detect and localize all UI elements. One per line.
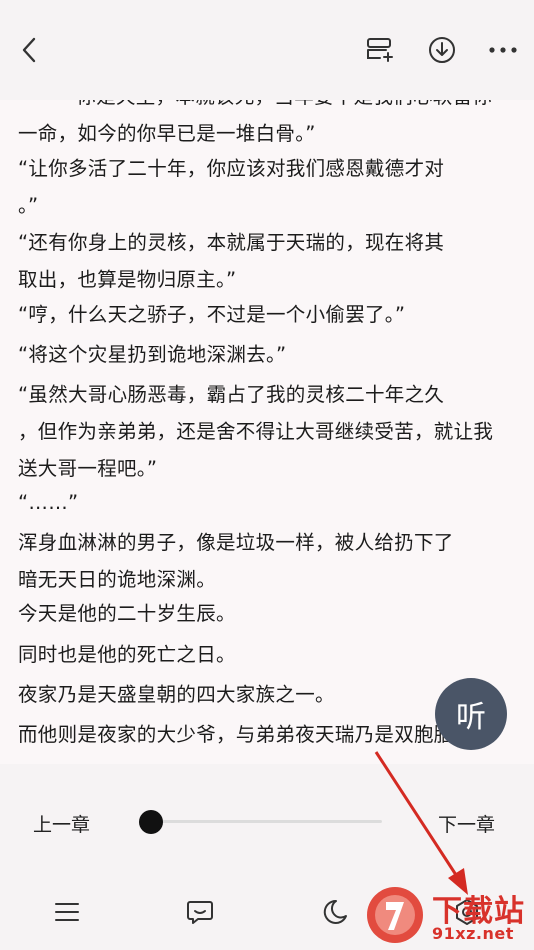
paragraph-9: 今天是他的二十岁生辰。 <box>18 595 518 632</box>
bookshelf-add-icon <box>367 38 393 62</box>
night-mode-button[interactable] <box>316 894 352 930</box>
progress-track[interactable] <box>150 820 382 823</box>
paragraph-6: “虽然大哥心肠恶毒，霸占了我的灵核二十年之久 ，但作为亲弟弟，还是舍不得让大哥继… <box>18 376 518 487</box>
paragraph-2: “让你多活了二十年，你应该对我们感恩戴德才对 。” <box>18 150 518 224</box>
text-line: “……” <box>18 491 79 514</box>
text-line: 一命，如今的你早已是一堆白骨。” <box>18 122 316 145</box>
progress-slider-thumb[interactable] <box>139 810 163 834</box>
add-to-shelf-button[interactable] <box>360 30 400 70</box>
listen-button[interactable]: 听 <box>435 678 507 750</box>
text-line: 取出，也算是物归原主。” <box>18 268 237 291</box>
paragraph-8: 浑身血淋淋的男子，像是垃圾一样，被人给扔下了 暗无天日的诡地深渊。 <box>18 524 518 598</box>
text-line: 同时也是他的死亡之日。 <box>18 643 236 666</box>
text-line: 今天是他的二十岁生辰。 <box>18 602 236 625</box>
paragraph-10: 同时也是他的死亡之日。 <box>18 636 518 673</box>
text-line: “哼，什么天之骄子，不过是一个小偷罢了。” <box>18 303 406 326</box>
night-mode-icon <box>323 899 347 924</box>
text-line: 暗无天日的诡地深渊。 <box>18 568 217 591</box>
download-icon <box>429 37 455 63</box>
prev-chapter-button[interactable]: 上一章 <box>33 810 90 837</box>
text-line: “将这个灾星扔到诡地深渊去。” <box>18 343 287 366</box>
watermark: 下载站 91xz.net <box>360 880 534 950</box>
text-line: 送大哥一程吧。” <box>18 457 158 480</box>
text-line: “让你多活了二十年，你应该对我们感恩戴德才对 <box>18 157 445 180</box>
comment-icon <box>187 901 213 924</box>
text-line: ，但作为亲弟弟，还是舍不得让大哥继续受苦，就让我 <box>18 420 494 443</box>
comment-button[interactable] <box>182 894 218 930</box>
download-button[interactable] <box>422 30 462 70</box>
text-line: 浑身血淋淋的男子，像是垃圾一样，被人给扔下了 <box>18 531 454 554</box>
paragraph-4: “哼，什么天之骄子，不过是一个小偷罢了。” <box>18 296 518 333</box>
paragraph-5: “将这个灾星扔到诡地深渊去。” <box>18 336 518 373</box>
reading-content[interactable]: “你是天生，本就该死，当年要不是我们心软留你 一命，如今的你早已是一堆白骨。” … <box>0 80 534 764</box>
paragraph-7: “……” <box>18 484 518 521</box>
text-line: “还有你身上的灵核，本就属于天瑞的，现在将其 <box>18 231 445 254</box>
text-line: 。” <box>18 194 39 217</box>
more-button[interactable] <box>483 30 523 70</box>
top-bar <box>0 0 534 100</box>
menu-icon <box>55 903 79 921</box>
paragraph-3: “还有你身上的灵核，本就属于天瑞的，现在将其 取出，也算是物归原主。” <box>18 224 518 298</box>
more-dots-icon <box>489 47 517 53</box>
back-button[interactable] <box>10 30 50 70</box>
watermark-url: 91xz.net <box>432 924 514 943</box>
catalog-button[interactable] <box>49 894 85 930</box>
text-line: “虽然大哥心肠恶毒，霸占了我的灵核二十年之久 <box>18 383 445 406</box>
chevron-left-icon <box>22 37 36 63</box>
next-chapter-button[interactable]: 下一章 <box>438 810 495 837</box>
listen-label: 听 <box>456 700 486 735</box>
watermark-logo-icon <box>367 887 423 943</box>
